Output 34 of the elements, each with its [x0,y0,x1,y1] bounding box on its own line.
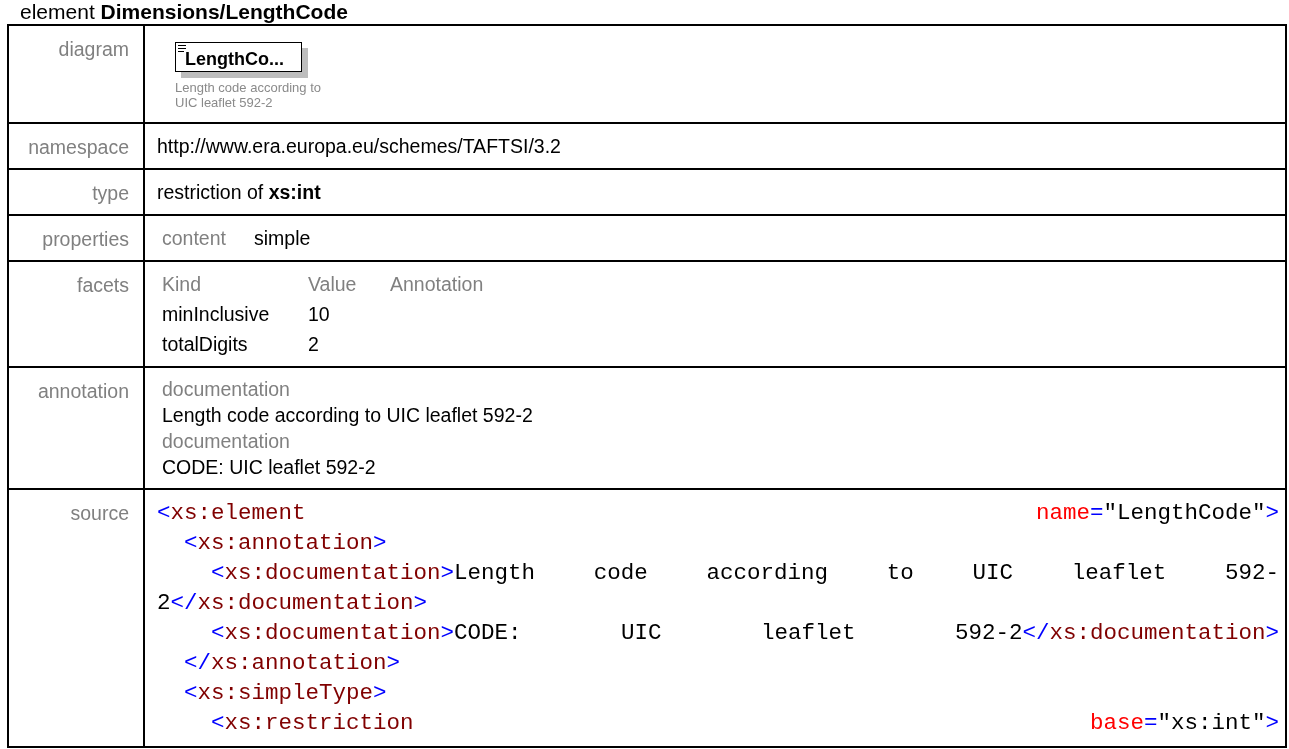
row-label: annotation [37,380,129,402]
annotation-text: CODE: UIC leaflet 592-2 [162,455,377,480]
annotation-key: documentation [162,428,1285,454]
field-value: restriction of xs:int [157,181,321,203]
facet-kind: totalDigits [162,332,249,357]
code-line: <xs:documentation>CODE: UIC leaflet 592-2</xs:documentation> [210,619,1279,648]
row-label: properties [42,228,129,250]
facet-value: 10 [308,302,331,327]
code-line: <xs:restriction base="xs:int"> [210,709,1279,738]
facet-value: 2 [308,332,320,357]
annotation-key: documentation [162,376,1285,402]
facet-heading: Value [308,272,358,297]
row-label: facets [76,274,129,296]
diagram-caption: Length code according to [175,80,322,95]
lines-icon [178,45,186,53]
annotation-text: Length code according to UIC leaflet 592-2 [162,403,534,428]
property-key: content [162,224,226,252]
diagram-caption: UIC leaflet 592-2 [175,95,274,110]
row-label: diagram [58,38,129,60]
row-label: type [92,182,129,204]
facet-kind: minInclusive [162,302,271,327]
code-line: 2</xs:documentation> [157,589,429,618]
code-line: <xs:annotation> [183,529,388,558]
code-line: </xs:annotation> [183,649,402,678]
row-label: namespace [28,136,129,158]
code-line: <xs:documentation>Length code according to UIC leaflet 592- [210,559,1279,588]
code-line: <xs:element name="LengthCode"> [157,499,1279,528]
facet-heading: Kind [162,272,203,297]
page-heading: element Dimensions/LengthCode [20,0,349,24]
field-value: http://www.era.europa.eu/schemes/TAFTSI/3.2 [157,135,561,157]
row-label: source [70,502,129,524]
property-value: simple [253,226,311,251]
facet-heading: Annotation [390,272,485,297]
code-line: <xs:simpleType> [183,679,388,708]
